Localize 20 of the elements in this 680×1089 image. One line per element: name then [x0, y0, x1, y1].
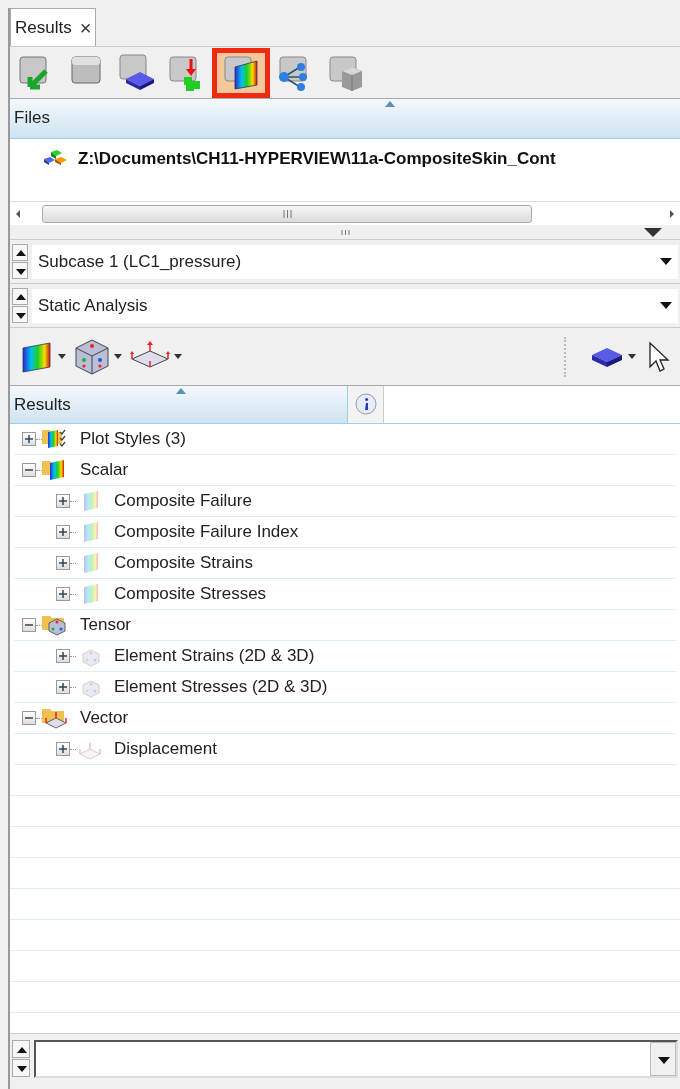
file-path[interactable]: Z:\Documents\CH11-HYPERVIEW\11a-CompositeSkin_Cont — [78, 146, 556, 172]
tree-item[interactable]: Composite Strains — [114, 550, 253, 576]
close-icon[interactable]: × — [79, 17, 92, 38]
results-tab[interactable]: Results × — [10, 8, 97, 46]
column-label: Results — [14, 393, 71, 416]
column-header[interactable]: Results — [10, 386, 348, 423]
tree-item[interactable]: Element Stresses (2D & 3D) — [114, 674, 328, 700]
tree-item[interactable]: Plot Styles (3) — [80, 426, 186, 452]
tree-item[interactable]: Composite Failure Index — [114, 519, 299, 545]
analysis-dropdown[interactable]: Static Analysis — [32, 288, 678, 323]
tree-item[interactable]: Vector — [80, 705, 129, 731]
column-header[interactable]: Files — [10, 99, 680, 139]
tree-item[interactable]: Displacement — [114, 736, 217, 762]
tree-item[interactable]: Scalar — [80, 457, 129, 483]
tree-item[interactable]: Tensor — [80, 612, 132, 638]
subcase-dropdown[interactable]: Subcase 1 (LC1_pressure) — [32, 244, 678, 279]
column-label: Files — [14, 106, 50, 129]
tree-item[interactable]: Element Strains (2D & 3D) — [114, 643, 315, 669]
tree-item[interactable]: Composite Failure — [114, 488, 252, 514]
tree-item[interactable]: Composite Stresses — [114, 581, 267, 607]
